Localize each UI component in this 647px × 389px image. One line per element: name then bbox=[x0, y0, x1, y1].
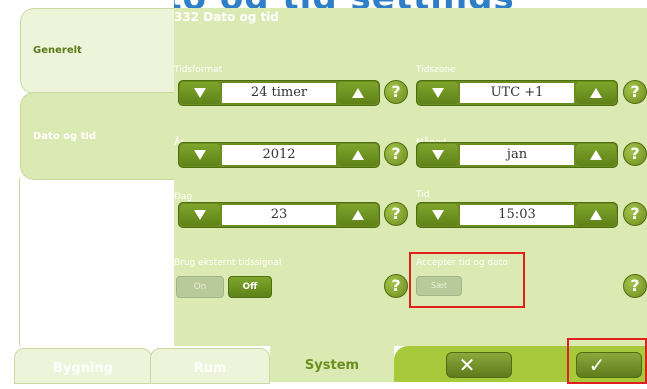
arrow-up-icon bbox=[352, 210, 364, 220]
maaned-decrement-button[interactable] bbox=[418, 144, 458, 166]
maaned-help-icon[interactable]: ? bbox=[623, 142, 647, 166]
dag-label: Dag bbox=[174, 192, 193, 202]
arrow-up-icon bbox=[352, 88, 364, 98]
bottom-bar: Bygning Rum System ✕ ✓ bbox=[0, 338, 647, 384]
aar-increment-button[interactable] bbox=[338, 144, 378, 166]
sidebar-item-label: Generelt bbox=[33, 45, 82, 56]
sidebar-item-label: Dato og tid bbox=[33, 131, 97, 142]
tid-increment-button[interactable] bbox=[576, 204, 616, 226]
arrow-up-icon bbox=[590, 88, 602, 98]
ekstern-signal-label: Brug eksternt tidssignal bbox=[174, 258, 282, 268]
accepter-help-icon[interactable]: ? bbox=[623, 274, 647, 298]
arrow-up-icon bbox=[590, 150, 602, 160]
ekstern-signal-off-button[interactable]: Off bbox=[228, 276, 272, 298]
arrow-down-icon bbox=[432, 210, 444, 220]
tid-value: 15:03 bbox=[460, 205, 574, 225]
tidsformat-increment-button[interactable] bbox=[338, 82, 378, 104]
arrow-down-icon bbox=[194, 88, 206, 98]
sidebar-item-dato-og-tid[interactable]: Dato og tid bbox=[20, 92, 176, 180]
tidszone-value: UTC +1 bbox=[460, 83, 574, 103]
dag-value: 23 bbox=[222, 205, 336, 225]
tid-spinner: 15:03 bbox=[416, 202, 618, 228]
maaned-spinner: jan bbox=[416, 142, 618, 168]
tid-help-icon[interactable]: ? bbox=[623, 202, 647, 226]
main-panel: 332 Dato og tid Tidsformat 24 timer ? Ti… bbox=[174, 8, 647, 346]
dag-decrement-button[interactable] bbox=[180, 204, 220, 226]
arrow-down-icon bbox=[194, 210, 206, 220]
arrow-up-icon bbox=[590, 210, 602, 220]
tidszone-label: Tidszone bbox=[416, 65, 456, 75]
dag-help-icon[interactable]: ? bbox=[384, 202, 408, 226]
tidszone-increment-button[interactable] bbox=[576, 82, 616, 104]
page-title: 332 Dato og tid bbox=[174, 10, 279, 24]
sidebar-item-generelt[interactable]: Generelt bbox=[20, 8, 175, 94]
tidsformat-value: 24 timer bbox=[222, 83, 336, 103]
tidszone-decrement-button[interactable] bbox=[418, 82, 458, 104]
tid-label: Tid bbox=[416, 190, 430, 200]
tidszone-spinner: UTC +1 bbox=[416, 80, 618, 106]
dag-increment-button[interactable] bbox=[338, 204, 378, 226]
tab-system[interactable]: System bbox=[270, 346, 394, 382]
aar-decrement-button[interactable] bbox=[180, 144, 220, 166]
aar-value: 2012 bbox=[222, 145, 336, 165]
tidsformat-label: Tidsformat bbox=[174, 65, 223, 75]
close-icon: ✕ bbox=[458, 353, 476, 377]
arrow-down-icon bbox=[432, 150, 444, 160]
sidebar-divider bbox=[19, 178, 20, 346]
tid-decrement-button[interactable] bbox=[418, 204, 458, 226]
tab-rum[interactable]: Rum bbox=[150, 348, 270, 384]
maaned-value: jan bbox=[460, 145, 574, 165]
tidszone-help-icon[interactable]: ? bbox=[623, 80, 647, 104]
ekstern-signal-on-button[interactable]: On bbox=[176, 276, 224, 298]
sidebar: Generelt Dato og tid bbox=[0, 0, 176, 346]
tidsformat-help-icon[interactable]: ? bbox=[384, 80, 408, 104]
maaned-increment-button[interactable] bbox=[576, 144, 616, 166]
ekstern-signal-help-icon[interactable]: ? bbox=[384, 274, 408, 298]
dag-spinner: 23 bbox=[178, 202, 380, 228]
highlight-box-accepter bbox=[409, 252, 525, 308]
highlight-box-confirm bbox=[567, 338, 647, 384]
arrow-down-icon bbox=[194, 150, 206, 160]
tab-bygning[interactable]: Bygning bbox=[14, 348, 152, 384]
cancel-button[interactable]: ✕ bbox=[446, 352, 512, 378]
tidsformat-decrement-button[interactable] bbox=[180, 82, 220, 104]
aar-help-icon[interactable]: ? bbox=[384, 142, 408, 166]
tidsformat-spinner: 24 timer bbox=[178, 80, 380, 106]
aar-spinner: 2012 bbox=[178, 142, 380, 168]
arrow-up-icon bbox=[352, 150, 364, 160]
arrow-down-icon bbox=[432, 88, 444, 98]
